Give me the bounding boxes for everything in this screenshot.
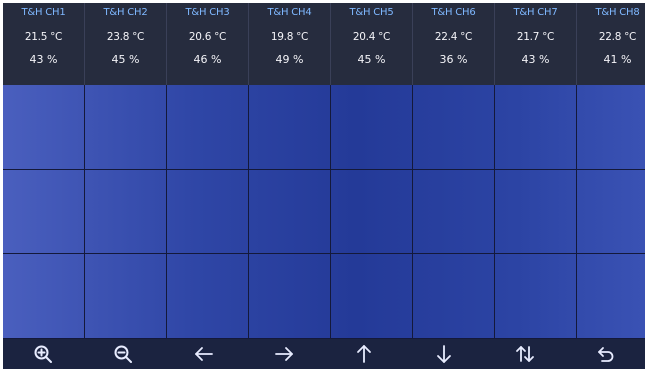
- navigation-toolbar: [3, 339, 645, 369]
- grid-cell: [331, 169, 413, 255]
- channel-name: T&H CH3: [185, 7, 230, 18]
- grid-cell: [331, 85, 413, 170]
- recorder-screen: T&H CH1 21.5 °C 43 % T&H CH2 23.8 °C 45 …: [3, 3, 645, 369]
- channel-humidity: 36 %: [439, 53, 468, 66]
- grid-cell: [577, 85, 645, 170]
- channel-1[interactable]: T&H CH1 21.5 °C 43 %: [3, 3, 85, 85]
- scroll-down-button[interactable]: [429, 341, 459, 367]
- channel-name: T&H CH2: [103, 7, 148, 18]
- channel-2[interactable]: T&H CH2 23.8 °C 45 %: [85, 3, 167, 85]
- channel-humidity: 49 %: [275, 53, 304, 66]
- channel-humidity: 46 %: [193, 53, 222, 66]
- grid-cell: [249, 254, 331, 339]
- swap-vertical-button[interactable]: [510, 341, 540, 367]
- channel-name: T&H CH7: [513, 7, 558, 18]
- arrow-left-icon: [194, 347, 213, 361]
- channel-humidity: 45 %: [357, 53, 386, 66]
- channel-temperature: 21.5 °C: [24, 31, 63, 43]
- channel-8[interactable]: T&H CH8 22.8 °C 41 %: [577, 3, 645, 85]
- plot-grid[interactable]: [3, 85, 645, 339]
- channel-6[interactable]: T&H CH6 22.4 °C 36 %: [413, 3, 495, 85]
- zoom-out-button[interactable]: [108, 341, 138, 367]
- arrow-right-icon: [274, 347, 293, 361]
- grid-cell: [413, 254, 495, 339]
- scroll-right-button[interactable]: [269, 341, 299, 367]
- grid-cell: [85, 85, 167, 170]
- zoom-out-icon: [114, 345, 133, 363]
- return-button[interactable]: [590, 341, 620, 367]
- channel-temperature: 22.8 °C: [598, 31, 637, 43]
- grid-cell: [3, 85, 85, 170]
- grid-cell: [577, 170, 645, 255]
- grid-cell: [167, 85, 249, 170]
- return-icon: [597, 347, 614, 362]
- channel-5[interactable]: T&H CH5 20.4 °C 45 %: [331, 3, 413, 85]
- grid-cell: [167, 169, 249, 255]
- channel-temperature: 20.4 °C: [352, 31, 391, 43]
- grid-cell: [495, 85, 577, 170]
- channel-7[interactable]: T&H CH7 21.7 °C 43 %: [495, 3, 577, 85]
- arrow-down-icon: [437, 345, 452, 363]
- grid-cell: [413, 169, 495, 255]
- channel-humidity: 45 %: [111, 53, 140, 66]
- channel-name: T&H CH1: [21, 7, 66, 18]
- grid-cell: [85, 254, 167, 339]
- channel-name: T&H CH8: [595, 7, 640, 18]
- grid-cell: [413, 85, 495, 170]
- channel-humidity: 43 %: [521, 53, 550, 66]
- channel-name: T&H CH6: [431, 7, 476, 18]
- channel-3[interactable]: T&H CH3 20.6 °C 46 %: [167, 3, 249, 85]
- channel-name: T&H CH5: [349, 7, 394, 18]
- grid-cell: [249, 85, 331, 170]
- zoom-in-icon: [34, 345, 53, 363]
- grid-cell: [249, 169, 331, 255]
- channel-4[interactable]: T&H CH4 19.8 °C 49 %: [249, 3, 331, 85]
- grid-cell: [3, 169, 85, 255]
- channel-temperature: 19.8 °C: [270, 31, 309, 43]
- arrow-up-icon: [357, 345, 372, 363]
- grid-cell: [495, 169, 577, 255]
- channel-temperature: 20.6 °C: [188, 31, 227, 43]
- swap-vertical-icon: [515, 346, 534, 362]
- scroll-up-button[interactable]: [349, 341, 379, 367]
- grid-cell: [577, 254, 645, 339]
- grid-cell: [495, 254, 577, 339]
- channel-humidity: 41 %: [603, 53, 632, 66]
- grid-cell: [167, 254, 249, 339]
- channel-temperature: 21.7 °C: [516, 31, 555, 43]
- grid-cell: [85, 169, 167, 255]
- grid-cell: [3, 254, 85, 339]
- channel-temperature: 22.4 °C: [434, 31, 473, 43]
- grid-cell: [331, 254, 413, 339]
- zoom-in-button[interactable]: [28, 341, 58, 367]
- scroll-left-button[interactable]: [189, 341, 219, 367]
- channel-humidity: 43 %: [29, 53, 58, 66]
- channel-temperature: 23.8 °C: [106, 31, 145, 43]
- channel-header: T&H CH1 21.5 °C 43 % T&H CH2 23.8 °C 45 …: [3, 3, 645, 85]
- channel-name: T&H CH4: [267, 7, 312, 18]
